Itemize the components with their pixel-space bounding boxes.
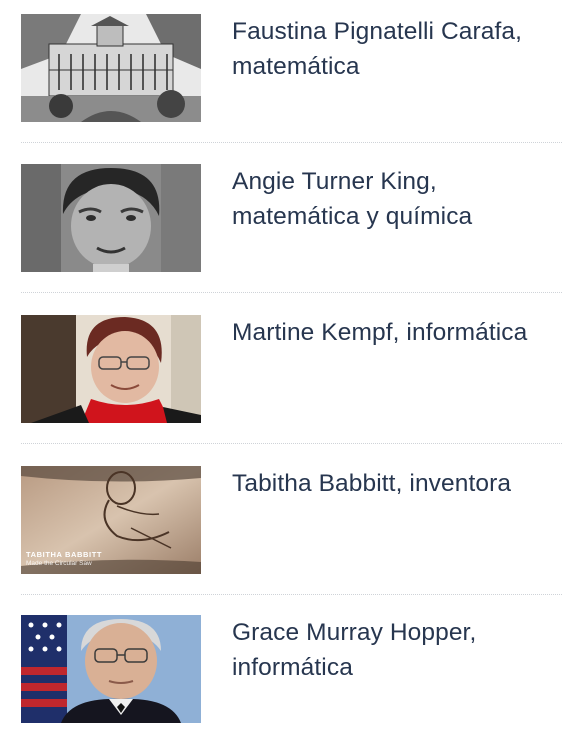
portrait-woman-uniform-flag-image — [21, 615, 201, 723]
image-caption-subtitle: Made the Circular Saw — [26, 560, 92, 567]
article-title-link[interactable]: Tabitha Babbitt, inventora — [232, 466, 562, 501]
article-list: Faustina Pignatelli Carafa, matemática A… — [0, 0, 586, 737]
divider — [21, 443, 562, 444]
list-item[interactable]: Grace Murray Hopper, informática — [21, 615, 562, 723]
divider — [21, 142, 562, 143]
image-caption-name: TABITHA BABBITT — [26, 550, 103, 559]
engraving-palace-image — [21, 14, 201, 122]
list-item[interactable]: Martine Kempf, informática — [21, 315, 562, 423]
divider — [21, 594, 562, 595]
list-item[interactable]: Faustina Pignatelli Carafa, matemática — [21, 14, 562, 122]
article-title-link[interactable]: Angie Turner King, matemática y química — [232, 164, 562, 234]
thumbnail-grace-murray-hopper[interactable] — [21, 615, 201, 723]
divider — [21, 292, 562, 293]
list-item[interactable]: TABITHA BABBITT Made the Circular Saw Ta… — [21, 466, 562, 574]
portrait-woman-bw-image — [21, 164, 201, 272]
thumbnail-angie-turner-king[interactable] — [21, 164, 201, 272]
thumbnail-tabitha-babbitt[interactable]: TABITHA BABBITT Made the Circular Saw — [21, 466, 201, 574]
thumbnail-martine-kempf[interactable] — [21, 315, 201, 423]
portrait-woman-red-scarf-image — [21, 315, 201, 423]
article-title-link[interactable]: Grace Murray Hopper, informática — [232, 615, 562, 685]
thumbnail-faustina-pignatelli-carafa[interactable] — [21, 14, 201, 122]
list-item[interactable]: Angie Turner King, matemática y química — [21, 164, 562, 272]
article-title-link[interactable]: Martine Kempf, informática — [232, 315, 562, 350]
article-title-link[interactable]: Faustina Pignatelli Carafa, matemática — [232, 14, 562, 84]
